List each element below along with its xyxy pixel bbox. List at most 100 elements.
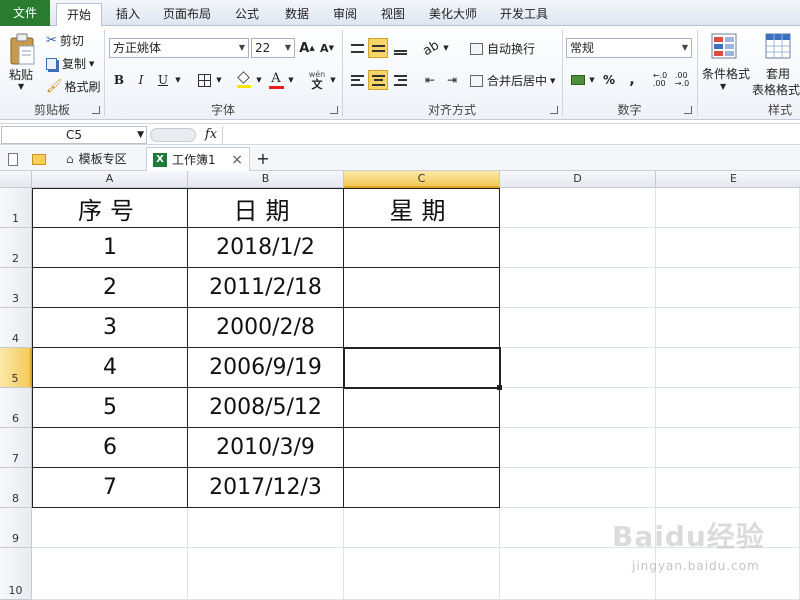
tab-review[interactable]: 审阅 [322, 3, 368, 26]
underline-button[interactable]: U [154, 70, 172, 90]
cell-c7[interactable] [344, 428, 500, 468]
tab-insert[interactable]: 插入 [106, 3, 150, 26]
tab-file[interactable]: 文件 [0, 0, 50, 26]
format-painter-button[interactable]: 🖌 格式刷 [46, 78, 101, 95]
cell-d10[interactable] [500, 548, 656, 600]
increase-decimal-button[interactable]: ←.0.00 [650, 70, 670, 90]
align-bottom-button[interactable] [390, 38, 410, 58]
increase-indent-button[interactable]: ⇥ [442, 70, 462, 90]
decrease-decimal-button[interactable]: .00 →.0 [672, 70, 692, 90]
tab-developer[interactable]: 开发工具 [492, 3, 556, 26]
paste-button[interactable] [6, 30, 38, 68]
cell-d3[interactable] [500, 268, 656, 308]
tab-beautify-master[interactable]: 美化大师 [420, 3, 486, 26]
formula-bar-resize-handle[interactable] [150, 128, 196, 142]
align-left-button[interactable] [347, 70, 367, 90]
cell-b3[interactable]: 2011/2/18 [188, 268, 344, 308]
cell-e8[interactable] [656, 468, 800, 508]
cell-c3[interactable] [344, 268, 500, 308]
tab-home[interactable]: 开始 [56, 3, 102, 27]
tab-view[interactable]: 视图 [370, 3, 416, 26]
cell-b7[interactable]: 2010/3/9 [188, 428, 344, 468]
borders-dropdown-icon[interactable]: ▼ [214, 70, 224, 90]
cell-c9[interactable] [344, 508, 500, 548]
cell-a4[interactable]: 3 [32, 308, 188, 348]
cell-e3[interactable] [656, 268, 800, 308]
cell-a7[interactable]: 6 [32, 428, 188, 468]
font-size-combo[interactable]: 22 ▼ [251, 38, 295, 58]
paste-label[interactable]: 粘贴 [9, 66, 33, 83]
cell-d7[interactable] [500, 428, 656, 468]
cell-a8[interactable]: 7 [32, 468, 188, 508]
number-dialog-launcher[interactable] [684, 106, 692, 114]
comma-style-button[interactable]: , [624, 70, 640, 90]
fill-handle[interactable] [497, 385, 502, 390]
conditional-format-label[interactable]: 条件格式 [702, 65, 750, 82]
borders-button[interactable] [194, 70, 214, 90]
new-tab-button[interactable]: + [254, 147, 272, 171]
cell-c2[interactable] [344, 228, 500, 268]
cell-e4[interactable] [656, 308, 800, 348]
tab-workbook1[interactable]: X 工作簿1 × [146, 147, 250, 171]
cell-b5[interactable]: 2006/9/19 [188, 348, 344, 388]
cell-d8[interactable] [500, 468, 656, 508]
row-header-6[interactable]: 6 [0, 388, 32, 428]
tab-data[interactable]: 数据 [274, 3, 320, 26]
cell-b1[interactable]: 日期 [188, 188, 344, 228]
cell-a9[interactable] [32, 508, 188, 548]
orientation-button[interactable]: ab [420, 37, 442, 58]
column-header-b[interactable]: B [188, 171, 344, 188]
cell-c5[interactable] [344, 348, 500, 388]
wrap-text-button[interactable]: 自动换行 [470, 40, 535, 57]
cell-b9[interactable] [188, 508, 344, 548]
grow-font-button[interactable]: A ▲ [298, 38, 316, 58]
cell-c10[interactable] [344, 548, 500, 600]
name-box[interactable]: C5 ▼ [1, 126, 147, 144]
conditional-dropdown-icon[interactable]: ▼ [720, 82, 726, 91]
row-header-3[interactable]: 3 [0, 268, 32, 308]
format-as-table-button[interactable] [762, 30, 794, 62]
cell-e1[interactable] [656, 188, 800, 228]
new-document-button[interactable] [8, 147, 26, 171]
cell-d2[interactable] [500, 228, 656, 268]
font-color-button[interactable]: A [266, 70, 286, 90]
cell-b6[interactable]: 2008/5/12 [188, 388, 344, 428]
row-header-5[interactable]: 5 [0, 348, 32, 388]
tab-formulas[interactable]: 公式 [224, 3, 270, 26]
cell-c6[interactable] [344, 388, 500, 428]
font-dialog-launcher[interactable] [330, 106, 338, 114]
column-header-a[interactable]: A [32, 171, 188, 188]
tab-template-zone[interactable]: ⌂ 模板专区 [60, 147, 144, 171]
cell-e2[interactable] [656, 228, 800, 268]
cell-a3[interactable]: 2 [32, 268, 188, 308]
orientation-dropdown-icon[interactable]: ▼ [442, 38, 450, 58]
select-all-corner[interactable] [0, 171, 32, 188]
column-header-d[interactable]: D [500, 171, 656, 188]
shrink-font-button[interactable]: A ▼ [318, 38, 336, 58]
font-name-combo[interactable]: 方正姚体 ▼ [109, 38, 249, 58]
copy-button[interactable]: 复制 ▼ [46, 55, 94, 72]
cell-a5[interactable]: 4 [32, 348, 188, 388]
alignment-dialog-launcher[interactable] [550, 106, 558, 114]
cell-b4[interactable]: 2000/2/8 [188, 308, 344, 348]
underline-dropdown-icon[interactable]: ▼ [173, 70, 183, 90]
cell-d4[interactable] [500, 308, 656, 348]
paste-dropdown-icon[interactable]: ▼ [18, 82, 24, 91]
number-format-combo[interactable]: 常规 ▼ [566, 38, 692, 58]
tab-page-layout[interactable]: 页面布局 [154, 3, 220, 26]
fill-color-button[interactable] [234, 70, 254, 90]
row-header-4[interactable]: 4 [0, 308, 32, 348]
accounting-format-button[interactable] [568, 70, 588, 90]
align-top-button[interactable] [347, 38, 367, 58]
format-as-table-label-2[interactable]: 表格格式 [752, 81, 800, 98]
italic-button[interactable]: I [132, 70, 150, 90]
cell-e5[interactable] [656, 348, 800, 388]
row-header-7[interactable]: 7 [0, 428, 32, 468]
conditional-format-button[interactable] [708, 30, 740, 62]
phonetic-guide-button[interactable]: wén 文 [305, 68, 329, 92]
decrease-indent-button[interactable]: ⇤ [420, 70, 440, 90]
cut-button[interactable]: ✂ 剪切 [46, 32, 84, 49]
align-middle-button[interactable] [368, 38, 388, 58]
cell-a10[interactable] [32, 548, 188, 600]
merge-center-button[interactable]: 合并后居中 ▼ [470, 72, 555, 89]
